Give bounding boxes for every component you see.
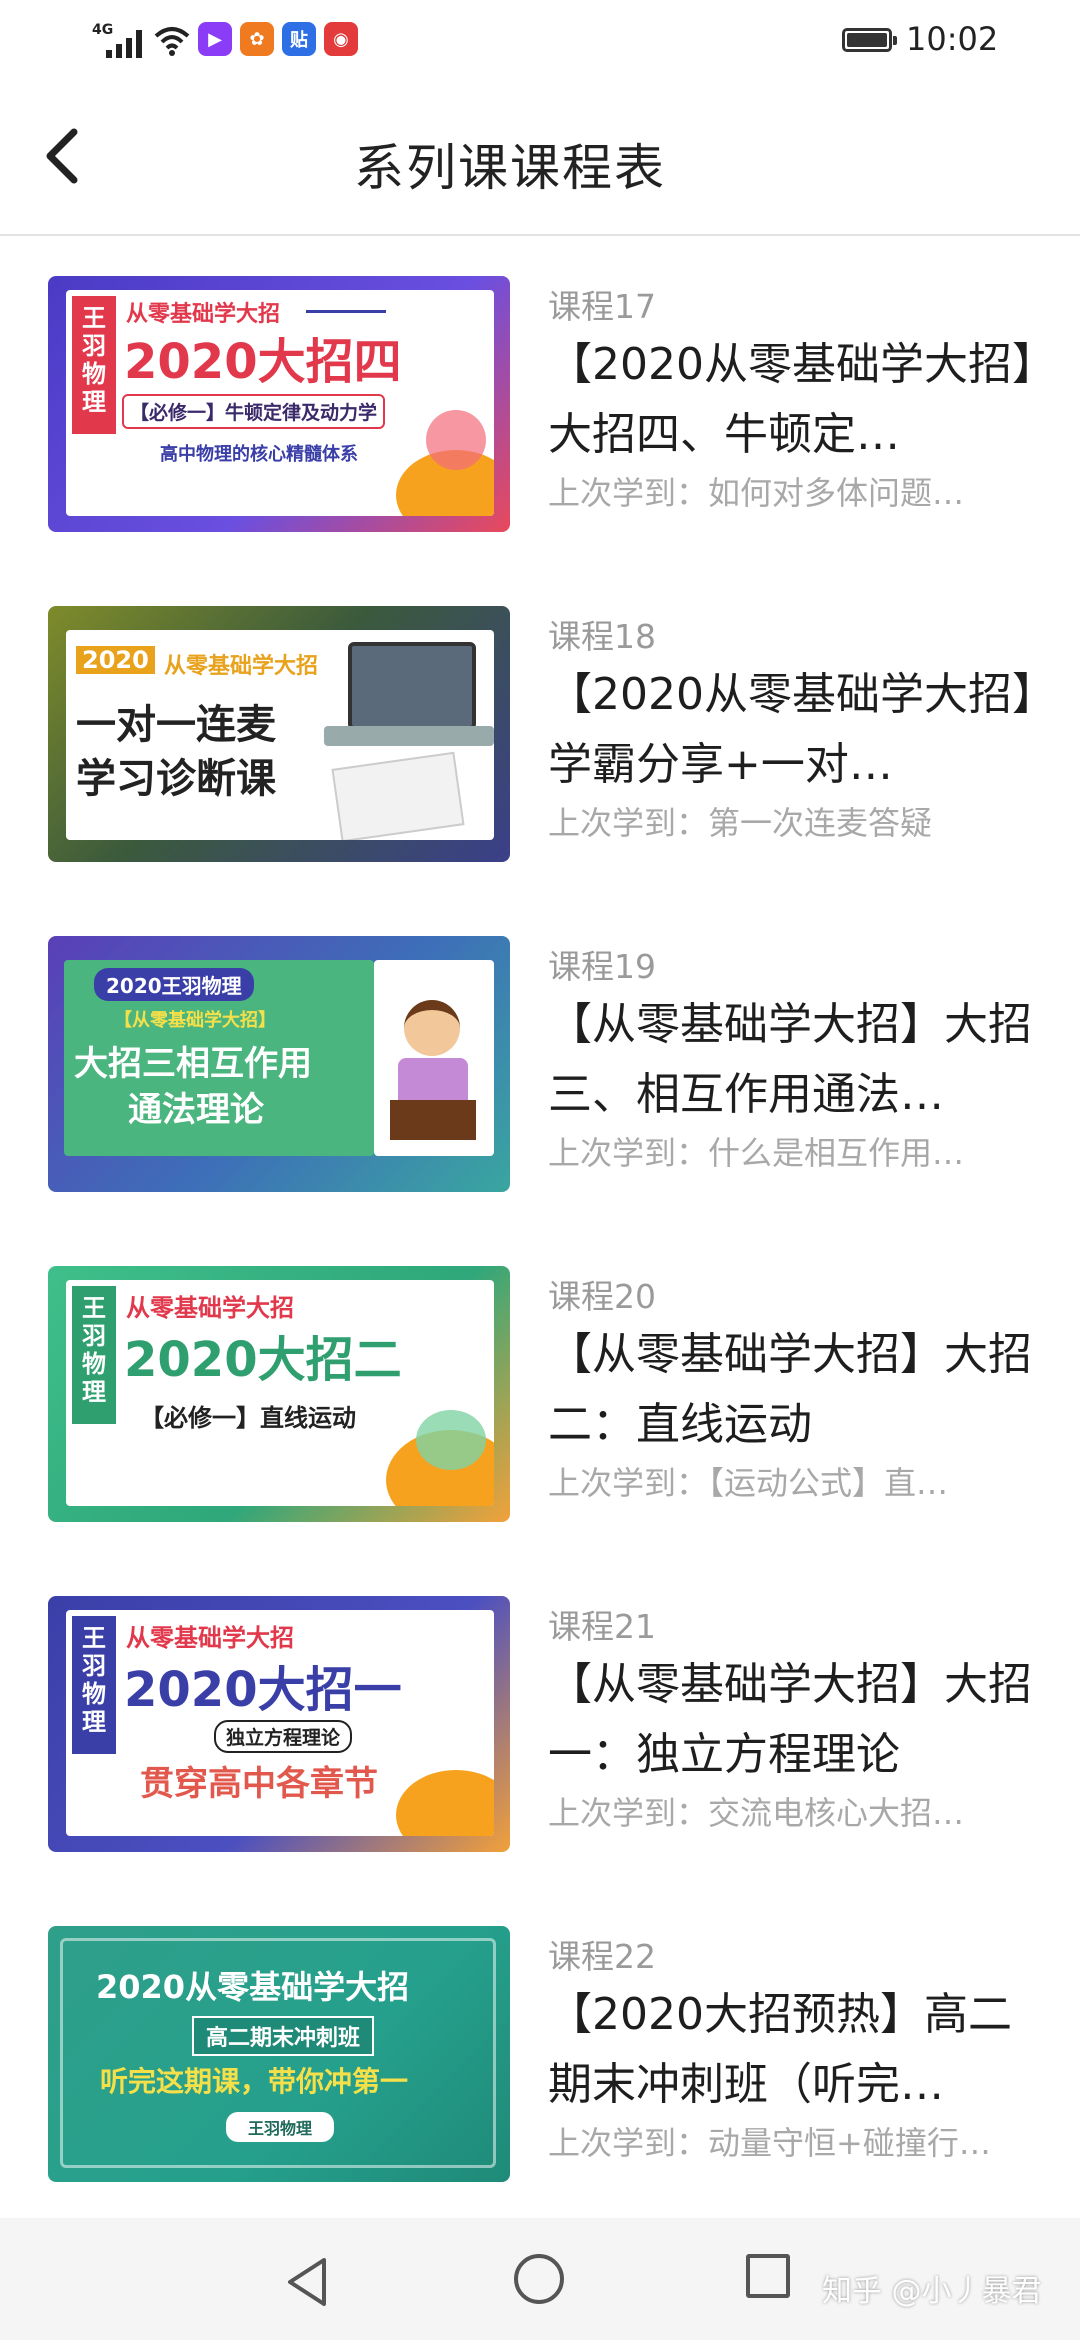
page-title: 系列课课程表 (354, 139, 666, 197)
thumb-subtitle: 高二期末冲刺班 (192, 2016, 375, 2056)
course-number: 课程17 (548, 287, 656, 326)
teacher-illustration (404, 1000, 460, 1056)
course-item[interactable]: 王羽物理 从零基础学大招 2020大招一 独立方程理论 贯穿高中各章节 课程21… (0, 1556, 1080, 1886)
last-studied: 上次学到：如何对多体问题… (548, 474, 965, 512)
thumb-tagline: 【必修一】直线运动 (140, 1404, 356, 1432)
thumb-title: 一对一连麦 (76, 702, 276, 748)
battery-icon (842, 28, 897, 52)
netease-music-icon: ◉ (324, 22, 358, 56)
thumb-tagline: 【必修一】牛顿定律及动力学 (122, 394, 386, 429)
badge-label: 王羽物理 (72, 296, 116, 434)
last-studied: 上次学到：什么是相互作用… (548, 1134, 965, 1172)
thumb-title-2: 通法理论 (128, 1090, 264, 1130)
thumb-year: 2020 (76, 646, 155, 674)
circle-home-icon[interactable] (514, 2254, 564, 2304)
thumb-brand: 王羽物理 (226, 2112, 335, 2142)
square-recents-icon[interactable] (746, 2254, 790, 2298)
signal-icon: 4G (92, 22, 150, 58)
watermark: 知乎 @小丿暴君 (822, 2274, 1042, 2309)
course-item[interactable]: 王羽物理 从零基础学大招 2020大招二 【必修一】直线运动 课程20 【从零基… (0, 1226, 1080, 1556)
thumb-title: 2020从零基础学大招 (96, 1968, 410, 2006)
course-item[interactable]: 王羽物理 从零基础学大招 2020大招四 【必修一】牛顿定律及动力学 高中物理的… (0, 236, 1080, 566)
course-number: 课程21 (548, 1607, 656, 1646)
triangle-back-icon[interactable] (282, 2256, 332, 2308)
thumb-subtitle: 2020王羽物理 (94, 968, 254, 1001)
course-thumbnail[interactable]: 王羽物理 从零基础学大招 2020大招二 【必修一】直线运动 (48, 1266, 510, 1522)
weibo-icon: ✿ (240, 22, 274, 56)
course-title: 【2020从零基础学大招】大招四、牛顿定… (548, 339, 1034, 460)
status-time: 10:02 (906, 20, 999, 58)
course-number: 课程19 (548, 947, 656, 986)
course-thumbnail[interactable]: 王羽物理 从零基础学大招 2020大招四 【必修一】牛顿定律及动力学 高中物理的… (48, 276, 510, 532)
thumb-subtitle: 从零基础学大招 (126, 1294, 294, 1322)
course-title: 【2020从零基础学大招】学霸分享+一对… (548, 669, 1034, 790)
course-item[interactable]: 2020王羽物理 【从零基础学大招】 大招三相互作用 通法理论 课程19 【从零… (0, 896, 1080, 1226)
course-title: 【从零基础学大招】大招一：独立方程理论 (548, 1659, 1032, 1780)
thumb-subtitle: 从零基础学大招 (164, 654, 319, 679)
course-title: 【从零基础学大招】大招二：直线运动 (548, 1329, 1032, 1450)
badge-label: 王羽物理 (72, 1286, 116, 1424)
thumb-subtitle-2: 【从零基础学大招】 (114, 1010, 276, 1031)
status-bar: 4G ▶ ✿ 贴 ◉ 10:02 (0, 0, 1080, 86)
thumb-title: 2020大招二 (124, 1332, 402, 1388)
thumb-title: 2020大招一 (124, 1662, 402, 1718)
thumb-title-2: 学习诊断课 (76, 756, 276, 802)
tieba-icon: 贴 (282, 22, 316, 56)
course-title: 【2020大招预热】高二期末冲刺班（听完… (548, 1989, 1012, 2110)
last-studied: 上次学到：交流电核心大招… (548, 1794, 965, 1832)
course-title: 【从零基础学大招】大招三、相互作用通法… (548, 999, 1032, 1120)
thumb-tagline: 独立方程理论 (214, 1720, 353, 1753)
badge-label: 王羽物理 (72, 1616, 116, 1754)
thumb-caption: 听完这期课，带你冲第一 (100, 2065, 409, 2098)
thumb-title: 2020大招四 (124, 334, 402, 390)
thumb-title: 大招三相互作用 (74, 1044, 312, 1084)
course-number: 课程18 (548, 617, 656, 656)
course-thumbnail[interactable]: 王羽物理 从零基础学大招 2020大招一 独立方程理论 贯穿高中各章节 (48, 1596, 510, 1852)
wifi-icon (154, 27, 190, 56)
course-item[interactable]: 2020 从零基础学大招 一对一连麦 学习诊断课 课程18 【2020从零基础学… (0, 566, 1080, 896)
video-app-icon: ▶ (198, 22, 232, 56)
course-thumbnail[interactable]: 2020王羽物理 【从零基础学大招】 大招三相互作用 通法理论 (48, 936, 510, 1192)
last-studied: 上次学到：第一次连麦答疑 (548, 804, 933, 842)
course-number: 课程22 (548, 1937, 656, 1976)
thumb-subtitle: 从零基础学大招 (126, 1624, 294, 1652)
thumb-caption: 贯穿高中各章节 (140, 1764, 378, 1804)
last-studied: 上次学到：动量守恒+碰撞行… (548, 2124, 991, 2162)
course-item[interactable]: 2020从零基础学大招 高二期末冲刺班 听完这期课，带你冲第一 王羽物理 课程2… (0, 1886, 1080, 2216)
course-thumbnail[interactable]: 2020从零基础学大招 高二期末冲刺班 听完这期课，带你冲第一 王羽物理 (48, 1926, 510, 2182)
thumb-caption: 高中物理的核心精髓体系 (160, 444, 358, 465)
top-nav-bar: 系列课课程表 (0, 86, 1080, 236)
course-number: 课程20 (548, 1277, 656, 1316)
laptop-illustration (348, 642, 476, 730)
course-thumbnail[interactable]: 2020 从零基础学大招 一对一连麦 学习诊断课 (48, 606, 510, 862)
last-studied: 上次学到：【运动公式】直… (548, 1464, 949, 1502)
